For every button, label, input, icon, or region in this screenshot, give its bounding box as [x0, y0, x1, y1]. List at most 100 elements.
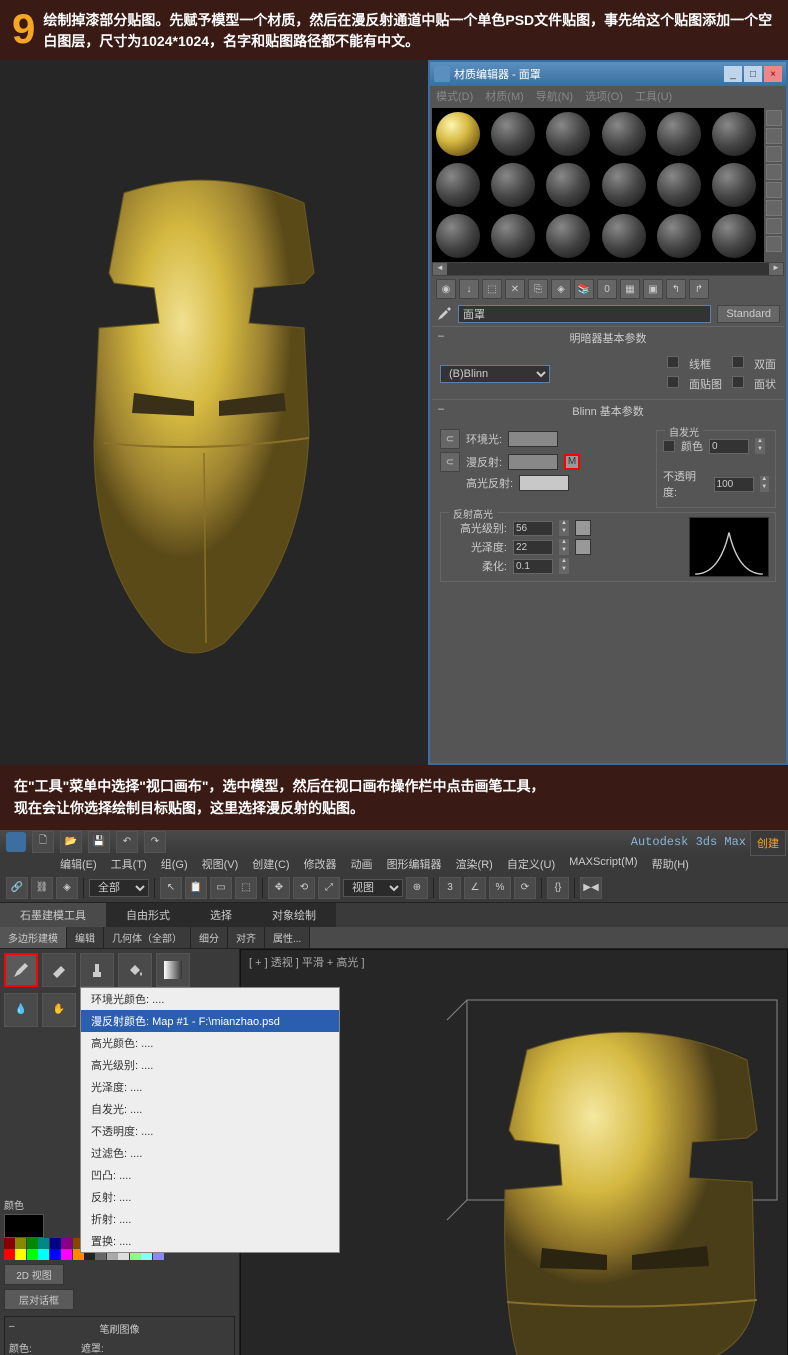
menu-item-filter[interactable]: 过滤色: ....: [81, 1142, 339, 1164]
show-map-icon[interactable]: ▦: [620, 279, 640, 299]
2d-view-button[interactable]: 2D 视图: [4, 1264, 64, 1285]
create-selection-button[interactable]: 创建: [750, 830, 786, 856]
speclevel-map-button[interactable]: [575, 520, 591, 536]
mat-id-icon[interactable]: 0: [597, 279, 617, 299]
sample-slot[interactable]: [599, 109, 649, 159]
hand-tool-button[interactable]: ✋: [42, 993, 76, 1027]
sample-slot[interactable]: [599, 160, 649, 210]
subtab-polymodel[interactable]: 多边形建模: [0, 927, 67, 948]
select-region-icon[interactable]: ▭: [210, 877, 232, 899]
subtab-props[interactable]: 属性...: [265, 927, 310, 948]
sample-slot[interactable]: [543, 109, 593, 159]
menu-tools[interactable]: 工具(T): [111, 856, 147, 872]
scale-icon[interactable]: ⤢: [318, 877, 340, 899]
fill-tool-button[interactable]: [118, 953, 152, 987]
gradient-tool-button[interactable]: [156, 953, 190, 987]
percent-snap-icon[interactable]: %: [489, 877, 511, 899]
spinner-buttons[interactable]: ▲▼: [760, 476, 769, 492]
menu-item-bump[interactable]: 凹凸: ....: [81, 1164, 339, 1186]
go-sibling-icon[interactable]: ↱: [689, 279, 709, 299]
gloss-spinner[interactable]: [513, 540, 553, 555]
spinner-buttons[interactable]: ▲▼: [755, 438, 765, 454]
scroll-right-icon[interactable]: ►: [769, 263, 783, 275]
viewport-label[interactable]: [ + ] 透视 ] 平滑 + 高光 ]: [249, 954, 365, 970]
layer-dialog-button[interactable]: 层对话框: [4, 1289, 74, 1310]
menu-item-gloss[interactable]: 光泽度: ....: [81, 1076, 339, 1098]
soften-spinner[interactable]: [513, 559, 553, 574]
sample-slot[interactable]: [599, 211, 649, 261]
menu-modifiers[interactable]: 修改器: [304, 856, 337, 872]
current-color-swatch[interactable]: [4, 1214, 44, 1238]
selfillum-spinner[interactable]: [709, 439, 749, 454]
new-icon[interactable]: 🗋: [32, 831, 54, 853]
window-crossing-icon[interactable]: ⬚: [235, 877, 257, 899]
menu-item-opacity[interactable]: 不透明度: ....: [81, 1120, 339, 1142]
named-sets-icon[interactable]: {}: [547, 877, 569, 899]
menu-tools[interactable]: 工具(U): [635, 88, 672, 104]
gloss-map-button[interactable]: [575, 539, 591, 555]
menu-item-selfillum[interactable]: 自发光: ....: [81, 1098, 339, 1120]
maximize-button[interactable]: □: [744, 66, 762, 82]
menu-item-refract[interactable]: 折射: ....: [81, 1208, 339, 1230]
rotate-icon[interactable]: ⟲: [293, 877, 315, 899]
sample-slot[interactable]: [433, 211, 483, 261]
menu-rendering[interactable]: 渲染(R): [456, 856, 493, 872]
mask-model-in-viewport[interactable]: [407, 990, 787, 1355]
menu-material[interactable]: 材质(M): [485, 88, 524, 104]
sample-slot[interactable]: [488, 160, 538, 210]
diffuse-map-button[interactable]: M: [564, 454, 580, 470]
put-to-scene-icon[interactable]: ↓: [459, 279, 479, 299]
spinner-buttons[interactable]: ▲▼: [559, 558, 569, 574]
menu-help[interactable]: 帮助(H): [652, 856, 689, 872]
lock-diffuse-icon[interactable]: ⊂: [440, 452, 460, 472]
twoside-checkbox[interactable]: [732, 356, 744, 368]
eyedropper-icon[interactable]: [436, 306, 452, 322]
menu-views[interactable]: 视图(V): [202, 856, 239, 872]
brush-tool-button[interactable]: [4, 953, 38, 987]
menu-maxscript[interactable]: MAXScript(M): [569, 856, 637, 872]
select-icon[interactable]: ↖: [160, 877, 182, 899]
menu-grapheditors[interactable]: 图形编辑器: [387, 856, 442, 872]
bind-icon[interactable]: ◈: [56, 877, 78, 899]
sample-scrollbar[interactable]: ◄ ►: [432, 262, 784, 276]
sample-slot[interactable]: [543, 160, 593, 210]
wireframe-checkbox[interactable]: [667, 356, 679, 368]
minimize-button[interactable]: _: [724, 66, 742, 82]
sample-slot[interactable]: [654, 160, 704, 210]
sample-type-icon[interactable]: [766, 110, 782, 126]
menu-item-reflect[interactable]: 反射: ....: [81, 1186, 339, 1208]
subtab-edit[interactable]: 编辑: [67, 927, 104, 948]
unlink-icon[interactable]: ⛓: [31, 877, 53, 899]
sample-slot[interactable]: [433, 160, 483, 210]
menu-item-specular[interactable]: 高光颜色: ....: [81, 1032, 339, 1054]
menu-item-diffuse[interactable]: 漫反射颜色: Map #1 - F:\mianzhao.psd: [81, 1010, 339, 1032]
sample-slot[interactable]: [654, 109, 704, 159]
make-unique-icon[interactable]: ◈: [551, 279, 571, 299]
make-preview-icon[interactable]: [766, 200, 782, 216]
show-end-icon[interactable]: ▣: [643, 279, 663, 299]
pivot-icon[interactable]: ⊕: [406, 877, 428, 899]
copy-icon[interactable]: ⎘: [528, 279, 548, 299]
tab-graphite[interactable]: 石墨建模工具: [0, 903, 106, 927]
material-name-input[interactable]: [458, 305, 711, 323]
sample-slot[interactable]: [488, 109, 538, 159]
options-icon[interactable]: [766, 218, 782, 234]
video-check-icon[interactable]: [766, 182, 782, 198]
select-by-mat-icon[interactable]: [766, 236, 782, 252]
get-material-icon[interactable]: ◉: [436, 279, 456, 299]
facemap-checkbox[interactable]: [667, 376, 679, 388]
coord-system-select[interactable]: 视图: [343, 879, 403, 897]
background-icon[interactable]: [766, 146, 782, 162]
angle-snap-icon[interactable]: ∠: [464, 877, 486, 899]
menu-edit[interactable]: 编辑(E): [60, 856, 97, 872]
put-to-lib-icon[interactable]: 📚: [574, 279, 594, 299]
sample-slot[interactable]: [654, 211, 704, 261]
menu-create[interactable]: 创建(C): [252, 856, 289, 872]
ambient-swatch[interactable]: [508, 431, 558, 447]
tab-objectpaint[interactable]: 对象绘制: [252, 903, 336, 927]
app-logo-icon[interactable]: [6, 832, 26, 852]
specular-swatch[interactable]: [519, 475, 569, 491]
assign-icon[interactable]: ⬚: [482, 279, 502, 299]
rollout-header[interactable]: –Blinn 基本参数: [432, 400, 784, 422]
menu-item-displace[interactable]: 置换: ....: [81, 1230, 339, 1252]
